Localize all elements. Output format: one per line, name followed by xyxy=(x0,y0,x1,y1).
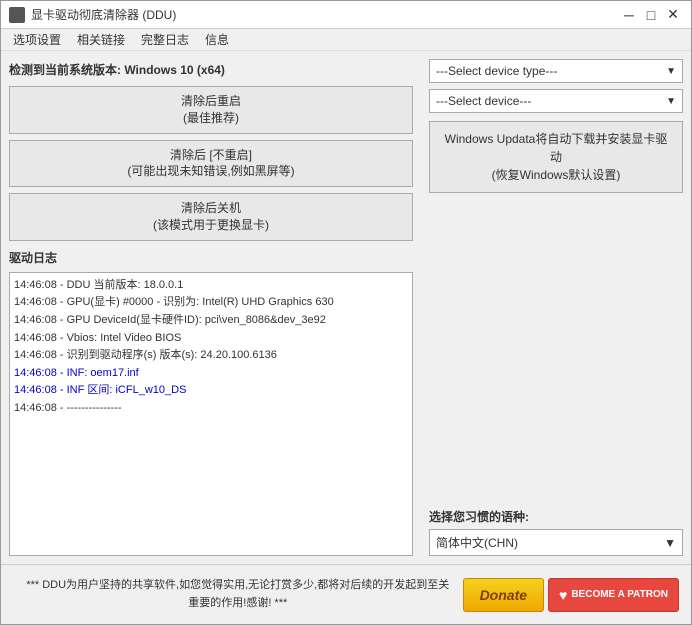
clean-no-restart-button[interactable]: 清除后 [不重启](可能出现未知错误,例如黑屏等) xyxy=(9,140,413,188)
menu-options[interactable]: 选项设置 xyxy=(5,29,69,50)
footer-text: *** DDU为用户坚持的共享软件,如您觉得实用,无论打赏多少,都将对后续的开发… xyxy=(13,577,463,612)
device-select[interactable]: ---Select device--- ▼ xyxy=(429,89,683,113)
heart-icon: ♥ xyxy=(559,587,567,603)
main-content: 检测到当前系统版本: Windows 10 (x64) 清除后重启清除后重启 (… xyxy=(1,51,691,564)
language-section: 选择您习惯的语种: 简体中文(CHN) ▼ xyxy=(429,508,683,556)
log-line: 14:46:08 - Vbios: Intel Video BIOS xyxy=(14,330,408,348)
log-line: 14:46:08 - INF 区间: iCFL_w10_DS xyxy=(14,382,408,400)
windows-update-button[interactable]: Windows Updata将自动下载并安装显卡驱动(恢复Windows默认设置… xyxy=(429,121,683,193)
left-panel: 检测到当前系统版本: Windows 10 (x64) 清除后重启清除后重启 (… xyxy=(1,51,421,564)
menu-bar: 选项设置 相关链接 完整日志 信息 xyxy=(1,29,691,51)
chevron-down-icon: ▼ xyxy=(666,96,676,107)
minimize-button[interactable]: ─ xyxy=(619,5,639,25)
menu-full-log[interactable]: 完整日志 xyxy=(133,29,197,50)
chevron-down-icon: ▼ xyxy=(666,66,676,77)
menu-info[interactable]: 信息 xyxy=(197,29,237,50)
donate-button[interactable]: Donate xyxy=(463,578,544,612)
chevron-down-icon: ▼ xyxy=(664,536,676,550)
device-type-select[interactable]: ---Select device type--- ▼ xyxy=(429,59,683,83)
system-version-label: 检测到当前系统版本: Windows 10 (x64) xyxy=(9,59,413,80)
language-label: 选择您习惯的语种: xyxy=(429,508,683,525)
menu-links[interactable]: 相关链接 xyxy=(69,29,133,50)
title-bar: 显卡驱动彻底清除器 (DDU) ─ □ ✕ xyxy=(1,1,691,29)
window-title: 显卡驱动彻底清除器 (DDU) xyxy=(31,6,176,23)
clean-restart-button[interactable]: 清除后重启清除后重启 (最佳推荐)(最佳推荐) xyxy=(9,86,413,134)
log-line: 14:46:08 - GPU(显卡) #0000 - 识别为: Intel(R)… xyxy=(14,294,408,312)
footer: *** DDU为用户坚持的共享软件,如您觉得实用,无论打赏多少,都将对后续的开发… xyxy=(1,564,691,624)
log-label: 驱动日志 xyxy=(9,249,413,266)
log-line: 14:46:08 - INF: oem17.inf xyxy=(14,365,408,383)
log-line: 14:46:08 - DDU 当前版本: 18.0.0.1 xyxy=(14,277,408,295)
language-select[interactable]: 简体中文(CHN) ▼ xyxy=(429,529,683,556)
log-line: 14:46:08 - --------------- xyxy=(14,400,408,418)
footer-buttons: Donate ♥ BECOME A PATRON xyxy=(463,578,679,612)
log-line: 14:46:08 - GPU DeviceId(显卡硬件ID): pci\ven… xyxy=(14,312,408,330)
close-button[interactable]: ✕ xyxy=(663,5,683,25)
main-window: 显卡驱动彻底清除器 (DDU) ─ □ ✕ 选项设置 相关链接 完整日志 信息 … xyxy=(0,0,692,625)
right-panel: ---Select device type--- ▼ ---Select dev… xyxy=(421,51,691,564)
clean-shutdown-button[interactable]: 清除后关机(该模式用于更换显卡) xyxy=(9,193,413,241)
maximize-button[interactable]: □ xyxy=(641,5,661,25)
log-line: 14:46:08 - 识别到驱动程序(s) 版本(s): 24.20.100.6… xyxy=(14,347,408,365)
log-area: 14:46:08 - DDU 当前版本: 18.0.0.1 14:46:08 -… xyxy=(9,272,413,556)
patron-button[interactable]: ♥ BECOME A PATRON xyxy=(548,578,679,612)
app-icon xyxy=(9,7,25,23)
window-controls: ─ □ ✕ xyxy=(619,5,683,25)
